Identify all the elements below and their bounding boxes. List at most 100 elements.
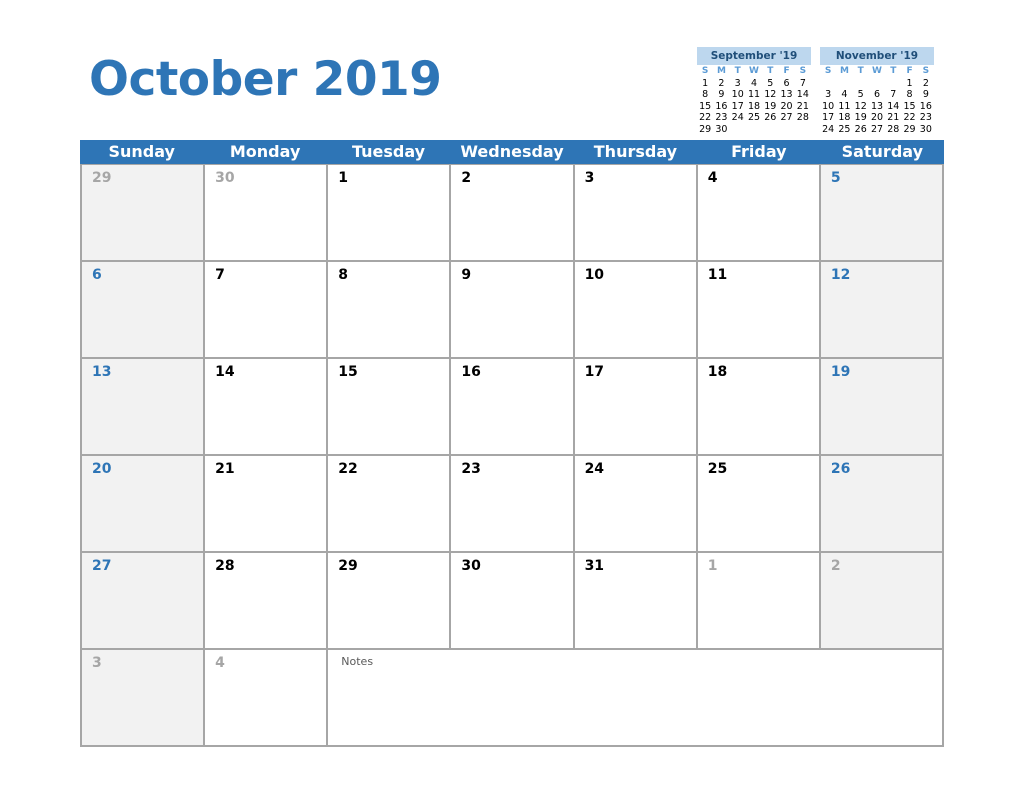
day-cell[interactable]: 29 [82,165,206,262]
mini-day: 7 [890,89,897,100]
day-cell[interactable]: 10 [574,262,698,359]
mini-day: 13 [870,100,884,112]
day-number: 29 [338,558,358,574]
mini-day: 20 [870,112,884,123]
day-number: 4 [215,655,225,671]
day-cell[interactable]: 15 [328,359,452,456]
mini-week-row: 3456789 [820,89,934,101]
day-cell[interactable]: 21 [205,456,329,553]
calendar-grid: 29 30 1 2 3 4 5 6 7 8 9 10 11 12 13 14 15 16 17 18 19 20 21 22 2… [80,164,944,747]
day-cell[interactable]: 2 [820,553,944,650]
day-number: 30 [461,558,481,574]
mini-dow-label: T [890,66,897,76]
mini-day: 4 [750,77,757,89]
mini-day: 12 [854,100,867,112]
day-number: 12 [830,267,851,283]
day-cell[interactable]: 17 [574,359,698,456]
mini-dow-label: S [701,66,709,76]
day-cell[interactable]: 1 [328,165,452,262]
day-cell[interactable]: 5 [820,165,944,262]
day-cell[interactable]: 4 [697,165,821,262]
day-number: 14 [215,364,235,380]
day-cell[interactable]: 2 [451,165,575,262]
day-number: 30 [215,170,235,186]
mini-week-row: 29 30 [697,124,811,136]
mini-week-row: 12 [820,78,934,90]
mini-day: 2 [718,77,725,89]
mini-calendar-grid: S M T W T F S 1 2 3 4 5 6 7 8 9 10 11 12 13 14 15 16 17 18 19 20 21… [820,66,934,135]
mini-day [746,124,762,136]
mini-day: 16 [919,100,932,112]
mini-day: 19 [854,112,867,123]
day-cell[interactable]: 4 [205,650,329,747]
mini-dow-row: SMTWTFS [820,66,934,78]
mini-week-row: 1234567 [697,78,811,90]
day-cell[interactable]: 6 [82,262,206,359]
mini-day: 14 [887,100,900,112]
day-cell[interactable]: 25 [697,456,821,553]
mini-day: 25 [747,112,761,123]
day-cell[interactable]: 9 [451,262,575,359]
mini-day: 23 [715,112,728,123]
day-cell[interactable]: 14 [205,359,329,456]
day-number: 11 [707,267,728,283]
mini-dow-label: W [872,66,882,76]
day-number: 27 [92,558,112,574]
day-cell[interactable]: 27 [82,553,206,650]
day-number: 3 [92,655,102,671]
day-number: 8 [338,267,349,283]
day-cell[interactable]: 16 [451,359,575,456]
day-cell[interactable]: 23 [451,456,575,553]
day-cell[interactable]: 3 [574,165,698,262]
mini-day: 10 [731,89,744,100]
day-number: 1 [338,170,349,186]
mini-day: 5 [857,89,864,100]
day-number: 18 [707,364,728,380]
mini-day [730,124,746,136]
day-cell[interactable]: 31 [574,553,698,650]
day-cell[interactable]: 30 [205,165,329,262]
day-cell[interactable]: 13 [82,359,206,456]
mini-dow-label: T [734,66,741,76]
mini-dow-label: M [716,66,726,76]
mini-day: 25 [838,123,851,135]
mini-day: 9 [922,89,929,100]
mini-day: 30 [919,123,932,135]
day-cell[interactable]: 20 [82,456,206,553]
day-cell[interactable]: 29 [328,553,452,650]
mini-day: 6 [783,77,790,89]
day-cell[interactable]: 24 [574,456,698,553]
mini-week-row: 24 25 26 27 28 29 30 [820,124,934,136]
day-cell[interactable]: 26 [820,456,944,553]
mini-dow-label: M [839,66,849,76]
day-cell[interactable]: 7 [205,262,329,359]
mini-dow-row: SMTWTFS [697,66,811,78]
mini-calendar-title: November '19 [820,47,934,65]
mini-day: 22 [699,112,712,123]
mini-day [836,78,852,90]
day-cell[interactable]: 8 [328,262,452,359]
mini-dow-label: F [783,66,790,76]
weekday-label-sunday: Sunday [108,142,175,161]
day-number: 24 [584,461,605,477]
mini-week-row: 17 18 19 20 21 22 23 [820,112,934,124]
day-number: 21 [215,461,235,477]
mini-dow-label: S [824,66,832,76]
mini-day: 7 [799,77,806,89]
mini-week-row: 15 16 17 18 19 20 21 [697,101,811,113]
day-cell[interactable]: 30 [451,553,575,650]
day-cell[interactable]: 11 [697,262,821,359]
day-cell[interactable]: 3 [82,650,206,747]
day-number: 28 [215,558,235,574]
day-cell[interactable]: 18 [697,359,821,456]
mini-day: 27 [870,123,884,135]
day-cell[interactable]: 1 [697,553,821,650]
day-cell[interactable]: 19 [820,359,944,456]
notes-area[interactable]: Notes [328,650,944,747]
day-number: 5 [830,170,841,186]
day-cell[interactable]: 28 [205,553,329,650]
day-cell[interactable]: 22 [328,456,452,553]
mini-day: 30 [715,123,728,135]
day-cell[interactable]: 12 [820,262,944,359]
mini-day [762,124,778,136]
